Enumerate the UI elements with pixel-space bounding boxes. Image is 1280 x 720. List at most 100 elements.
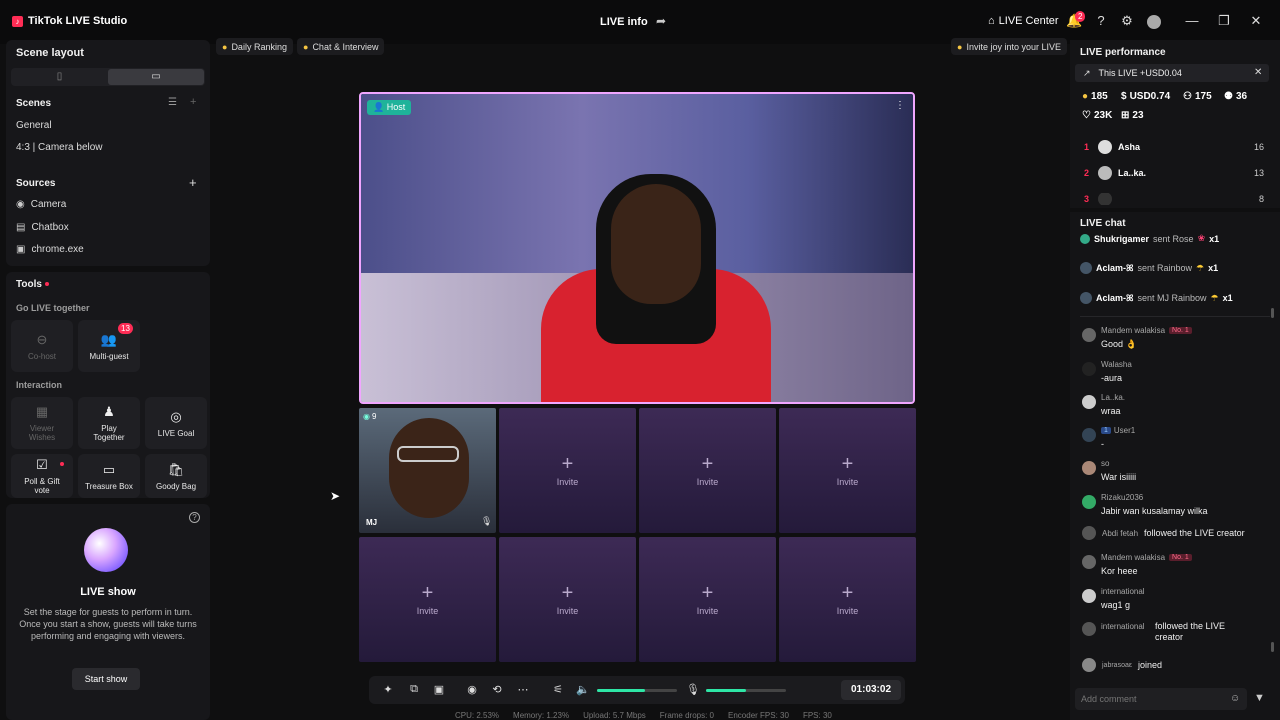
poll-gift-vote-button[interactable]: ☑ Poll & Gift vote: [11, 454, 73, 498]
avatar: [1098, 166, 1112, 180]
record-icon[interactable]: ◉: [465, 683, 479, 696]
person-icon: 👤: [373, 102, 385, 112]
live-info-title[interactable]: LIVE info: [600, 16, 648, 28]
invite-joy-button[interactable]: ● Invite joy into your LIVE: [951, 38, 1067, 55]
avatar: [1082, 589, 1096, 603]
source-item-chrome[interactable]: ▣ chrome.exe: [16, 244, 84, 255]
person-add-icon: ⚉: [1224, 91, 1233, 102]
plus-icon: +: [561, 452, 574, 475]
rank-score: 16: [1253, 142, 1264, 152]
filter-icon[interactable]: ▼: [1254, 692, 1265, 704]
more-icon[interactable]: ⋯: [516, 683, 530, 696]
followers-stat: ⚇ 175: [1183, 91, 1212, 102]
goody-bag-button[interactable]: 🛍 Goody Bag: [145, 454, 207, 498]
frame-drops-stat: Frame drops: 0: [659, 711, 715, 720]
guest-count: 9: [371, 412, 377, 421]
live-show-panel: ? LIVE show Set the stage for guests to …: [6, 504, 210, 720]
help-icon[interactable]: ?: [189, 512, 200, 523]
host-tag-label: Host: [386, 102, 406, 112]
help-icon[interactable]: ?: [1093, 13, 1109, 29]
daily-ranking-button[interactable]: ● Daily Ranking: [216, 38, 293, 55]
invite-cell[interactable]: + Invite: [499, 537, 636, 662]
add-source-icon[interactable]: +: [189, 175, 197, 190]
treasure-box-button[interactable]: ▭ Treasure Box: [78, 454, 140, 498]
share-icon[interactable]: ➦: [656, 14, 666, 28]
live-center-label: LIVE Center: [998, 15, 1059, 27]
guest-video-cell[interactable]: ◉ 9 MJ 🎙: [359, 408, 496, 533]
viewer-wishes-button[interactable]: ▦ Viewer Wishes: [11, 397, 73, 449]
scene-item-general[interactable]: General: [16, 120, 52, 131]
live-goal-button[interactable]: ◎ LIVE Goal: [145, 397, 207, 449]
chat-username: User1: [1113, 426, 1136, 435]
landscape-layout-icon[interactable]: ▭: [108, 69, 204, 85]
ranking-row[interactable]: 2 La..ka. 13: [1084, 166, 1264, 180]
join-message: jabrasoaε joined: [1082, 658, 1262, 672]
comment-input[interactable]: [1075, 688, 1225, 710]
chat-username: Walasha: [1101, 360, 1132, 369]
chat-interview-button[interactable]: ● Chat & Interview: [297, 38, 385, 55]
invite-cell[interactable]: + Invite: [779, 537, 916, 662]
treasure-box-label: Treasure Box: [85, 481, 133, 491]
mic-icon[interactable]: 🎙: [481, 516, 492, 527]
close-icon[interactable]: ✕: [1254, 67, 1262, 78]
scene-item-camera-below[interactable]: 4:3 | Camera below: [16, 142, 103, 153]
gift-text: sent Rainbow: [1137, 263, 1193, 273]
cohost-button[interactable]: ⊖ Co-host: [11, 320, 73, 372]
ranking-row[interactable]: 1 Asha 16: [1084, 140, 1264, 154]
source-label: Camera: [30, 199, 67, 210]
chat-scrollbar[interactable]: [1271, 308, 1274, 318]
follow-avatar-icon: [1082, 622, 1096, 636]
control-bar: ✦ ⧉ ▣ ◉ ⟲ ⋯ ⚟ 🔈 🎙 01:03:02: [369, 676, 905, 704]
host-video[interactable]: 👤 Host ⋮: [359, 92, 915, 404]
link-icon: ⊖: [36, 331, 48, 347]
this-live-banner[interactable]: ↗ This LIVE +USD0.04: [1075, 64, 1269, 82]
play-together-button[interactable]: ♟ Play Together: [78, 397, 140, 449]
source-item-chatbox[interactable]: ▤ Chatbox: [16, 222, 69, 233]
live-center-button[interactable]: ⌂ LIVE Center: [988, 15, 1059, 27]
mixer-icon[interactable]: ⚟: [551, 683, 565, 696]
replay-icon[interactable]: ⟲: [490, 683, 504, 696]
ranking-row[interactable]: 3 8: [1084, 193, 1264, 205]
add-scene-icon[interactable]: +: [190, 96, 196, 108]
chat-scrollbar-bottom[interactable]: [1271, 642, 1274, 652]
chat-text: wraa: [1101, 406, 1121, 416]
list-icon[interactable]: ☰: [168, 97, 177, 108]
invite-cell[interactable]: + Invite: [499, 408, 636, 533]
speaker-icon[interactable]: 🔈: [576, 683, 590, 696]
layout-icon[interactable]: ▣: [432, 683, 446, 696]
gift-sender: Aclam-ꕤ: [1096, 262, 1134, 273]
avatar: [1082, 555, 1096, 569]
avatar: [1080, 262, 1092, 274]
maximize-icon[interactable]: ❐: [1216, 13, 1232, 29]
source-item-camera[interactable]: ◉ Camera: [16, 199, 66, 210]
mic-slider[interactable]: [706, 689, 786, 692]
invite-cell[interactable]: + Invite: [359, 537, 496, 662]
volume-slider[interactable]: [597, 689, 677, 692]
gear-icon[interactable]: ⚙: [1119, 13, 1135, 29]
start-show-button[interactable]: Start show: [72, 668, 140, 690]
effects-icon[interactable]: ⧉: [407, 683, 421, 696]
invite-joy-label: Invite joy into your LIVE: [966, 41, 1061, 52]
magic-wand-icon[interactable]: ✦: [381, 683, 395, 696]
avatar[interactable]: [1147, 15, 1161, 29]
live-chat-panel: LIVE chat Shukrigamer sent Rose ❀ x1 Acl…: [1070, 212, 1280, 720]
plus-icon: +: [701, 581, 714, 604]
invite-cell[interactable]: + Invite: [779, 408, 916, 533]
invite-cell[interactable]: + Invite: [639, 408, 776, 533]
daily-ranking-label: Daily Ranking: [231, 41, 287, 52]
app-title: TikTok LIVE Studio: [28, 15, 128, 27]
chat-username: Mandem walakisa: [1101, 326, 1166, 335]
minimize-icon[interactable]: —: [1184, 13, 1200, 29]
more-options-icon[interactable]: ⋮: [895, 100, 905, 111]
gift-sender: Aclam-ꕤ: [1096, 292, 1134, 303]
invite-cell[interactable]: + Invite: [639, 537, 776, 662]
microphone-icon[interactable]: 🎙: [686, 683, 700, 696]
close-icon[interactable]: ✕: [1248, 13, 1264, 29]
rainbow-icon: ☂: [1196, 262, 1205, 273]
cohost-label: Co-host: [27, 351, 56, 361]
users-icon: 👥: [100, 331, 118, 347]
emoji-icon[interactable]: ☺: [1230, 693, 1240, 704]
camera-icon: ◉: [16, 199, 25, 210]
portrait-layout-icon[interactable]: ▯: [11, 68, 108, 86]
avatar: [1082, 362, 1096, 376]
